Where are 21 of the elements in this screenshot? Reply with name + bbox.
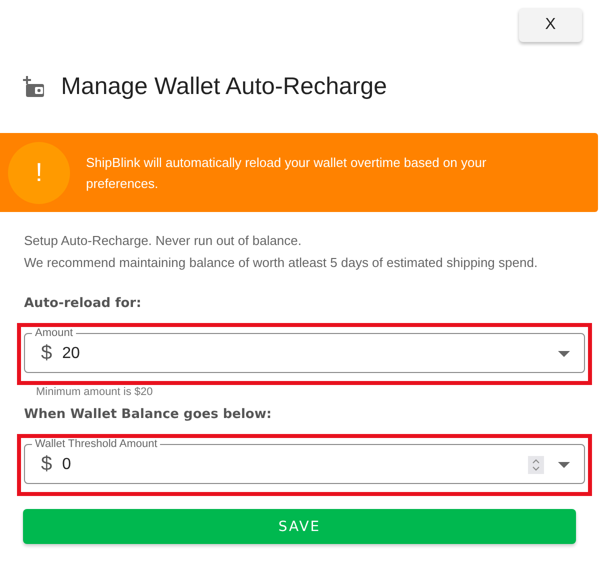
section-heading: When Wallet Balance goes below: bbox=[24, 407, 273, 422]
currency-prefix: $ bbox=[41, 342, 52, 365]
helper-text: Minimum amount is $20 bbox=[36, 386, 154, 399]
field-value: 0 bbox=[62, 456, 72, 474]
dropdown-caret-icon[interactable] bbox=[558, 350, 570, 356]
field-value: 20 bbox=[62, 344, 81, 362]
intro-text: Setup Auto-Recharge. Never run out of balance. bbox=[24, 232, 303, 250]
field-label: Wallet Threshold Amount bbox=[34, 438, 158, 450]
dropdown-caret-icon[interactable] bbox=[558, 462, 570, 468]
amount-field[interactable]: Wallet Threshold Amount $ 0 bbox=[24, 438, 585, 484]
wallet-add-icon bbox=[23, 76, 45, 98]
close-button[interactable]: X bbox=[519, 8, 582, 42]
spinner-icon[interactable] bbox=[528, 456, 544, 474]
section-heading: Auto-reload for: bbox=[24, 296, 142, 311]
alert-message: ShipBlink will automatically reload your wallet overtime based on your preferences. bbox=[86, 154, 488, 193]
field-label: Amount bbox=[34, 327, 74, 339]
exclamation-icon: ! bbox=[8, 142, 70, 204]
dialog-title: Manage Wallet Auto-Recharge bbox=[61, 73, 387, 101]
amount-select[interactable]: Amount $ 20 bbox=[24, 327, 585, 373]
intro-text: We recommend maintaining balance of worth atleast 5 days of estimated shipping spend. bbox=[24, 254, 539, 272]
currency-prefix: $ bbox=[41, 453, 52, 476]
